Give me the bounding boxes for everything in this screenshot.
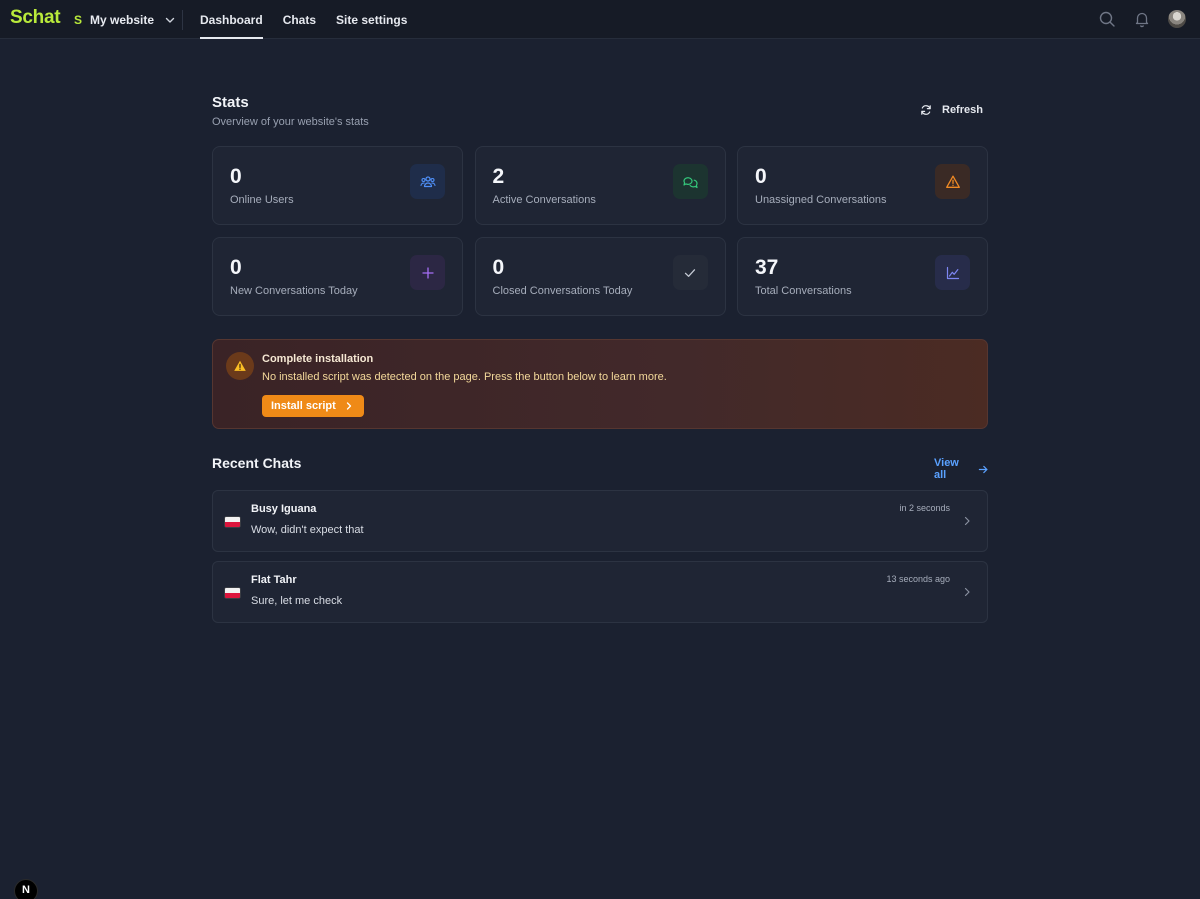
user-avatar[interactable] <box>1168 10 1186 28</box>
recent-chats-list: Busy Iguana Wow, didn't expect that in 2… <box>212 490 988 632</box>
stat-label: Online Users <box>230 194 294 206</box>
install-script-label: Install script <box>271 400 336 412</box>
refresh-label: Refresh <box>942 104 983 116</box>
chat-last-message: Sure, let me check <box>251 595 343 607</box>
stats-title: Stats <box>212 94 249 111</box>
main-nav: Dashboard Chats Site settings <box>200 0 407 39</box>
tab-site-settings[interactable]: Site settings <box>336 0 407 39</box>
chat-timestamp: 13 seconds ago <box>886 574 950 584</box>
stat-card-closed-conversations-today: 0 Closed Conversations Today <box>474 237 726 316</box>
chat-timestamp: in 2 seconds <box>899 503 950 513</box>
stat-value: 0 <box>230 165 242 188</box>
poland-flag-icon <box>225 517 240 527</box>
site-name: My website <box>90 13 155 27</box>
tab-chats[interactable]: Chats <box>283 0 316 39</box>
stat-value: 0 <box>492 256 505 279</box>
chat-bubbles-icon <box>672 164 708 199</box>
chevron-down-icon <box>165 17 175 23</box>
banner-text: No installed script was detected on the … <box>262 371 667 383</box>
chat-last-message: Wow, didn't expect that <box>251 524 364 536</box>
stat-card-active-conversations: 2 Active Conversations <box>474 146 726 225</box>
stats-cards: 0 Online Users 2 Active Conversations 0 … <box>212 146 988 316</box>
stat-card-online-users: 0 Online Users <box>212 146 463 225</box>
stat-card-new-conversations-today: 0 New Conversations Today <box>212 237 463 316</box>
chat-visitor-name: Flat Tahr <box>251 574 297 586</box>
stat-card-total-conversations: 37 Total Conversations <box>737 237 988 316</box>
stat-label: New Conversations Today <box>230 285 358 297</box>
bell-icon[interactable] <box>1133 10 1151 28</box>
view-all-link[interactable]: View all <box>934 457 988 481</box>
warning-icon <box>226 352 254 380</box>
stat-label: Unassigned Conversations <box>755 194 887 206</box>
stat-value: 2 <box>492 165 505 188</box>
chevron-right-icon <box>964 516 970 526</box>
dev-tools-badge[interactable]: N <box>14 879 38 899</box>
site-switcher[interactable]: S My website <box>74 11 176 29</box>
stat-label: Total Conversations <box>755 285 852 297</box>
install-script-button[interactable]: Install script <box>262 395 364 417</box>
arrow-right-icon <box>978 465 988 473</box>
warning-icon <box>935 164 970 199</box>
chat-row[interactable]: Busy Iguana Wow, didn't expect that in 2… <box>212 490 988 552</box>
refresh-button[interactable]: Refresh <box>920 104 983 116</box>
users-icon <box>410 164 445 199</box>
line-chart-icon <box>935 255 970 290</box>
stat-value: 37 <box>755 256 779 279</box>
top-bar: Schat S My website Dashboard Chats Site … <box>0 0 1200 39</box>
recent-chats-title: Recent Chats <box>212 455 302 471</box>
chevron-right-icon <box>346 402 351 410</box>
stats-subtitle: Overview of your website's stats <box>212 116 369 128</box>
chat-row[interactable]: Flat Tahr Sure, let me check 13 seconds … <box>212 561 988 623</box>
search-icon[interactable] <box>1098 10 1116 28</box>
nav-divider <box>182 10 183 30</box>
poland-flag-icon <box>225 588 240 598</box>
stat-value: 0 <box>230 256 242 279</box>
stat-value: 0 <box>755 165 767 188</box>
app-logo[interactable]: Schat <box>10 7 61 29</box>
site-badge: S <box>74 13 83 27</box>
stat-label: Active Conversations <box>492 194 596 206</box>
stat-card-unassigned-conversations: 0 Unassigned Conversations <box>737 146 988 225</box>
install-banner: Complete installation No installed scrip… <box>212 339 988 429</box>
chat-visitor-name: Busy Iguana <box>251 503 317 515</box>
refresh-icon <box>921 105 931 115</box>
banner-title: Complete installation <box>262 353 374 365</box>
tab-dashboard[interactable]: Dashboard <box>200 0 263 39</box>
chevron-right-icon <box>964 587 970 597</box>
plus-icon <box>410 255 445 290</box>
stat-label: Closed Conversations Today <box>492 285 633 297</box>
check-icon <box>672 255 708 290</box>
view-all-label: View all <box>934 457 959 481</box>
